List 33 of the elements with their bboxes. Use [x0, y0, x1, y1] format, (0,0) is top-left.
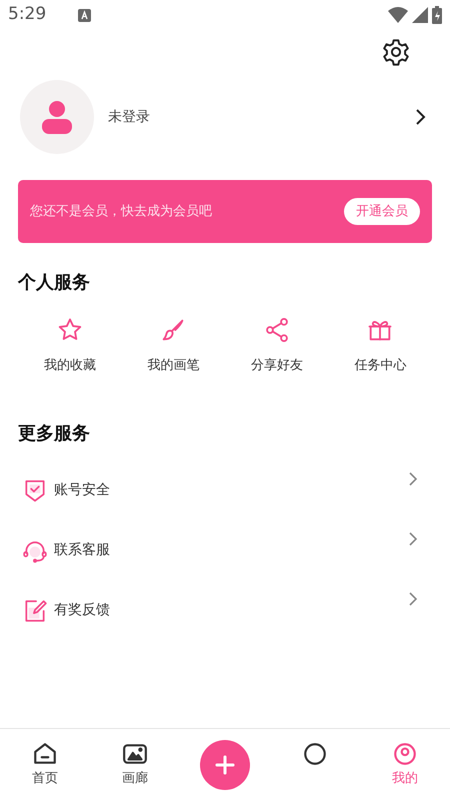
battery-icon [432, 6, 442, 24]
chevron-right-icon [408, 590, 418, 606]
plus-icon [215, 754, 235, 774]
profile-row[interactable]: 未登录 [0, 80, 450, 154]
service-label[interactable]: 任务中心 [354, 356, 406, 376]
section-title: 个人服务 [16, 271, 91, 295]
service-label[interactable]: 我的收藏 [44, 356, 96, 376]
login-status: 未登录 [108, 108, 151, 126]
status-time: 5:29 [8, 3, 46, 26]
circle-icon [302, 741, 328, 767]
user-silhouette-icon [42, 100, 72, 134]
menu-label: 有奖反馈 [54, 601, 111, 620]
home-icon [32, 740, 58, 767]
chevron-right-icon [414, 108, 426, 126]
signal-icon [412, 7, 428, 23]
menu-label: 账号安全 [54, 481, 111, 500]
user-icon [392, 740, 418, 767]
vip-banner-text: 您还不是会员，快去成为会员吧 [30, 202, 212, 221]
menu-row[interactable]: 联系客服 [0, 520, 450, 580]
menu-row[interactable]: 有奖反馈 [0, 580, 450, 640]
service-label[interactable]: 分享好友 [250, 356, 303, 376]
add-button[interactable] [200, 740, 250, 790]
settings-icon[interactable] [382, 38, 410, 66]
nav-tab[interactable]: 首页 [0, 740, 90, 788]
service-label[interactable]: 我的画笔 [147, 356, 200, 376]
nav-tab[interactable]: 画廊 [90, 740, 180, 788]
keyboard-app-icon [78, 8, 92, 22]
menu-row[interactable]: 账号安全 [0, 460, 450, 520]
chevron-right-icon [408, 530, 418, 546]
section-title: 更多服务 [17, 422, 91, 446]
chevron-right-icon [408, 470, 418, 486]
wifi-icon [388, 7, 408, 23]
menu-label: 联系客服 [54, 541, 111, 560]
